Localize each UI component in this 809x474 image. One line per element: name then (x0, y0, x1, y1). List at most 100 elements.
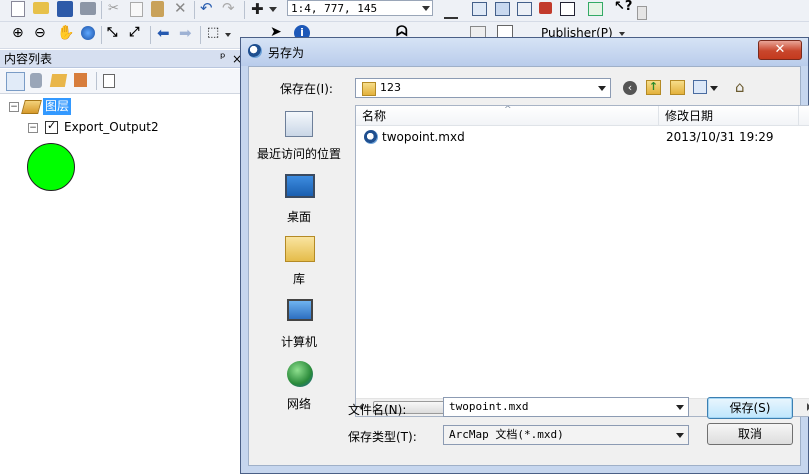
list-by-source-icon[interactable] (30, 73, 42, 88)
filetype-value: ArcMap 文档(*.mxd) (449, 428, 564, 441)
table-of-contents-icon[interactable] (472, 2, 487, 16)
add-data-icon[interactable]: ✚ (251, 0, 267, 18)
toolbar-standard: ✂ ✕ ↶ ↷ ✚ 1:4, 777, 145 ↖? (0, 0, 809, 22)
go-back-icon[interactable]: ⬅ (157, 24, 173, 42)
filename-field[interactable]: twopoint.mxd (443, 397, 689, 417)
undo-icon[interactable]: ↶ (200, 0, 216, 17)
open-folder-icon[interactable] (33, 2, 49, 14)
place-libraries[interactable]: 库 (253, 234, 345, 286)
close-button[interactable]: ✕ (758, 40, 802, 60)
go-forward-icon[interactable]: ➡ (179, 24, 195, 42)
select-features-icon[interactable]: ⬚ (207, 25, 223, 41)
layer-name[interactable]: Export_Output2 (64, 120, 159, 134)
recent-places-icon (285, 111, 313, 137)
pan-hand-icon[interactable]: ✋ (57, 25, 74, 41)
file-row[interactable]: twopoint.mxd 2013/10/31 19:29 (356, 128, 809, 148)
file-modified: 2013/10/31 19:29 (666, 130, 774, 144)
cut-icon[interactable]: ✂ (108, 1, 124, 17)
file-list[interactable]: 名称 ^ 修改日期 twopoint.mxd 2013/10/31 19:29 (355, 105, 809, 417)
chevron-down-icon[interactable] (710, 86, 718, 91)
whats-this-icon[interactable]: ↖? (614, 0, 632, 15)
column-modified-label: 修改日期 (665, 109, 714, 123)
place-label: 库 (292, 272, 305, 286)
home-icon[interactable]: ⌂ (735, 79, 751, 95)
layer-visibility-checkbox[interactable]: ✓ (45, 119, 58, 134)
new-folder-icon[interactable] (670, 80, 685, 95)
chevron-down-icon (422, 6, 430, 11)
column-header-modified[interactable]: 修改日期 (659, 106, 799, 126)
place-label: 桌面 (286, 210, 311, 224)
zoom-out-icon[interactable]: ⊖ (34, 25, 50, 41)
toolbar-separator (101, 26, 102, 44)
collapse-icon[interactable]: − (28, 123, 38, 133)
chevron-down-icon (676, 433, 684, 438)
toc-toolbar (0, 69, 240, 94)
place-recent[interactable]: 最近访问的位置 (253, 109, 345, 161)
column-header-type[interactable] (799, 106, 809, 126)
toolbar-overflow-icon[interactable] (637, 6, 647, 20)
arctoolbox-icon[interactable] (539, 2, 552, 14)
view-menu-icon[interactable] (693, 80, 707, 94)
delete-icon[interactable]: ✕ (174, 0, 190, 17)
list-by-drawing-order-icon[interactable] (6, 72, 25, 91)
copy-icon[interactable] (130, 2, 143, 17)
cancel-button[interactable]: 取消 (707, 423, 793, 445)
add-data-dropdown-icon[interactable] (269, 7, 277, 12)
fixed-zoom-in-icon[interactable]: ⤡ (107, 25, 123, 41)
options-icon[interactable] (103, 74, 115, 88)
place-desktop[interactable]: 桌面 (253, 172, 345, 224)
catalog-icon[interactable] (495, 2, 510, 16)
toolbar-separator (96, 72, 97, 90)
file-name: twopoint.mxd (382, 130, 465, 144)
fixed-zoom-out-icon[interactable]: ⤢ (129, 25, 145, 41)
toc-title-bar: 内容列表 ᵖ × (0, 50, 242, 68)
save-button[interactable]: 保存(S) (707, 397, 793, 419)
full-extent-icon[interactable] (81, 26, 95, 40)
dialog-titlebar[interactable]: 另存为 ✕ (241, 38, 808, 66)
place-network[interactable]: 网络 (253, 359, 345, 411)
mxd-file-icon (364, 130, 378, 144)
filetype-label: 保存类型(T): (348, 430, 417, 444)
back-icon[interactable]: ‹ (623, 81, 637, 95)
network-icon (287, 361, 313, 387)
sort-ascending-icon: ^ (504, 105, 512, 115)
checkmark-icon: ✓ (47, 119, 57, 132)
column-header-name[interactable]: 名称 ^ (356, 106, 659, 126)
redo-icon[interactable]: ↷ (222, 0, 238, 17)
place-label: 网络 (286, 397, 311, 411)
place-label: 计算机 (280, 335, 317, 349)
toolbar-separator (200, 26, 201, 44)
map-scale-value: 1:4, 777, 145 (291, 2, 378, 15)
look-in-combo[interactable]: 123 (355, 78, 611, 98)
dialog-client: 保存在(I): 123 ‹ ↑ ⌂ 最近访问的位置 桌面 库 计算机 网络 名称… (248, 66, 809, 466)
select-dropdown-icon[interactable] (225, 33, 231, 37)
collapse-icon[interactable]: − (9, 102, 19, 112)
print-icon[interactable] (80, 2, 96, 15)
pin-icon[interactable]: ᵖ (220, 50, 226, 68)
search-window-icon[interactable] (517, 2, 532, 16)
modelbuilder-icon[interactable] (588, 2, 603, 16)
new-document-icon[interactable] (11, 1, 25, 17)
list-by-selection-icon[interactable] (74, 73, 87, 87)
save-icon[interactable] (57, 1, 73, 17)
map-scale-combo[interactable]: 1:4, 777, 145 (287, 0, 433, 16)
paste-icon[interactable] (151, 1, 164, 17)
place-label: 最近访问的位置 (256, 147, 341, 161)
folder-icon (362, 82, 376, 96)
places-bar: 最近访问的位置 桌面 库 计算机 网络 (253, 104, 345, 420)
layers-label[interactable]: 图层 (43, 98, 72, 115)
list-by-visibility-icon[interactable] (49, 74, 68, 87)
filetype-select[interactable]: ArcMap 文档(*.mxd) (443, 425, 689, 445)
python-window-icon[interactable] (560, 2, 575, 16)
close-icon: ✕ (774, 42, 786, 57)
editor-toolbar-icon[interactable] (444, 1, 458, 19)
arcmap-app-icon (248, 44, 262, 58)
place-computer[interactable]: 计算机 (253, 297, 345, 349)
up-folder-icon[interactable]: ↑ (646, 80, 661, 95)
chevron-down-icon (618, 31, 625, 36)
zoom-in-icon[interactable]: ⊕ (12, 25, 28, 41)
filename-label: 文件名(N): (348, 403, 407, 417)
toolbar-separator (244, 1, 245, 19)
point-symbol-swatch[interactable] (27, 143, 75, 191)
libraries-icon (285, 236, 315, 262)
